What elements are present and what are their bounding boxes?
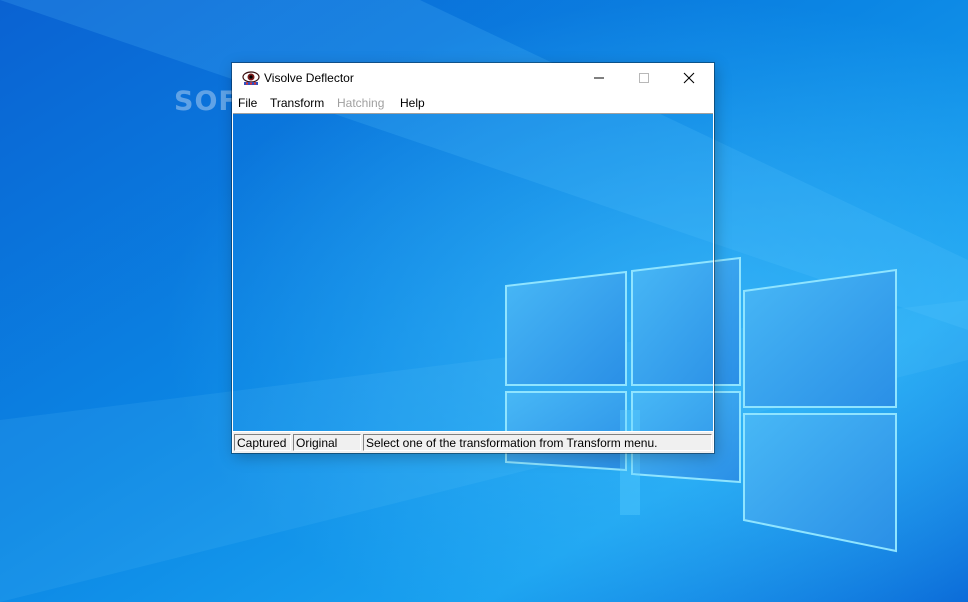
eye-icon <box>242 71 260 85</box>
status-message: Select one of the transformation from Tr… <box>363 434 712 451</box>
minimize-icon <box>594 77 604 79</box>
close-icon <box>683 72 695 84</box>
menu-hatching[interactable]: Hatching <box>337 96 384 110</box>
close-button[interactable] <box>666 63 712 93</box>
menu-file[interactable]: File <box>238 96 257 110</box>
captured-desktop-view <box>233 114 713 431</box>
minimize-button[interactable] <box>576 63 622 93</box>
window-title: Visolve Deflector <box>264 71 354 85</box>
maximize-icon <box>639 73 649 83</box>
windows-logo <box>505 260 713 431</box>
title-bar[interactable]: Visolve Deflector <box>232 63 714 93</box>
app-window: Visolve Deflector File Transform Hatchin… <box>232 63 714 453</box>
menu-bar: File Transform Hatching Help <box>232 93 714 113</box>
menu-transform[interactable]: Transform <box>270 96 324 110</box>
status-captured: Captured <box>234 434 291 451</box>
capture-view[interactable] <box>233 113 713 431</box>
maximize-button[interactable] <box>621 63 667 93</box>
status-bar: Captured Original Select one of the tran… <box>233 431 713 453</box>
menu-help[interactable]: Help <box>400 96 425 110</box>
status-original: Original <box>293 434 361 451</box>
